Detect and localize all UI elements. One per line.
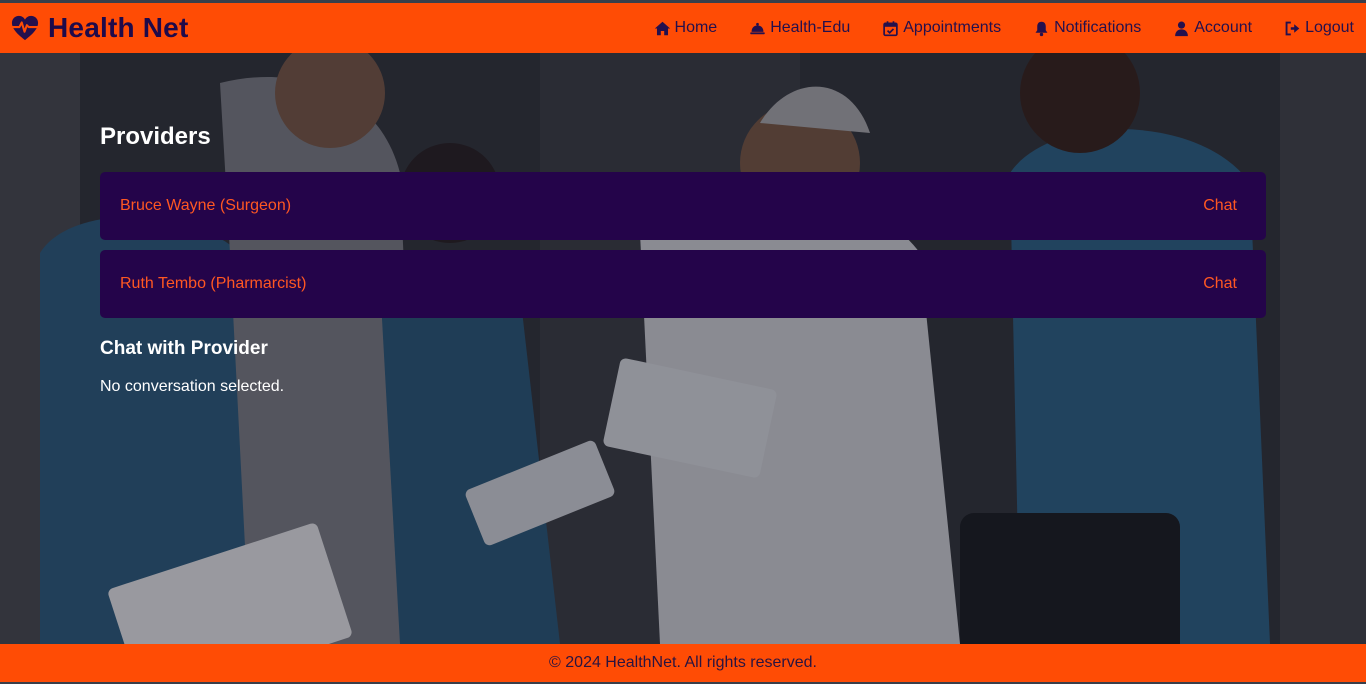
nav-notifications-label: Notifications [1054, 19, 1142, 36]
nav-appointments-label: Appointments [903, 19, 1002, 36]
providers-heading: Providers [100, 123, 211, 150]
provider-card: Bruce Wayne (Surgeon) Chat [100, 172, 1266, 240]
main-content: Providers Bruce Wayne (Surgeon) Chat Rut… [100, 53, 1266, 396]
nav-home[interactable]: Home [654, 19, 718, 37]
chat-link[interactable]: Chat [1203, 275, 1237, 293]
nav-health-edu[interactable]: Health-Edu [749, 19, 850, 37]
nav-health-edu-label: Health-Edu [770, 19, 851, 36]
chat-heading: Chat with Provider [100, 338, 268, 359]
nav-logout[interactable]: Logout [1284, 19, 1354, 37]
nav-appointments[interactable]: Appointments [882, 19, 1001, 37]
site-footer: © 2024 HealthNet. All rights reserved. [0, 644, 1366, 682]
home-icon [654, 20, 671, 37]
brand-title: Health Net [48, 12, 189, 43]
nav-account-label: Account [1194, 19, 1253, 36]
brand-link[interactable]: Health Net [10, 12, 188, 44]
chat-link[interactable]: Chat [1203, 197, 1237, 215]
nav-home-label: Home [674, 19, 718, 36]
bell-concierge-icon [749, 20, 766, 37]
site-header: Health Net Home Health-Edu Appointments … [0, 3, 1366, 53]
provider-card: Ruth Tembo (Pharmarcist) Chat [100, 250, 1266, 318]
main-nav: Home Health-Edu Appointments Notificatio… [654, 19, 1354, 37]
nav-notifications[interactable]: Notifications [1033, 19, 1141, 37]
provider-name: Bruce Wayne (Surgeon) [120, 197, 292, 214]
nav-account[interactable]: Account [1173, 19, 1252, 37]
footer-copyright: © 2024 HealthNet. All rights reserved. [549, 654, 817, 671]
logout-icon [1284, 20, 1301, 37]
bell-icon [1033, 20, 1050, 37]
heartbeat-icon [10, 14, 40, 42]
nav-logout-label: Logout [1305, 19, 1354, 36]
chat-empty-state: No conversation selected. [100, 378, 285, 395]
calendar-check-icon [882, 20, 899, 37]
provider-list: Bruce Wayne (Surgeon) Chat Ruth Tembo (P… [100, 172, 1266, 318]
provider-name: Ruth Tembo (Pharmarcist) [120, 275, 307, 292]
user-icon [1173, 20, 1190, 37]
